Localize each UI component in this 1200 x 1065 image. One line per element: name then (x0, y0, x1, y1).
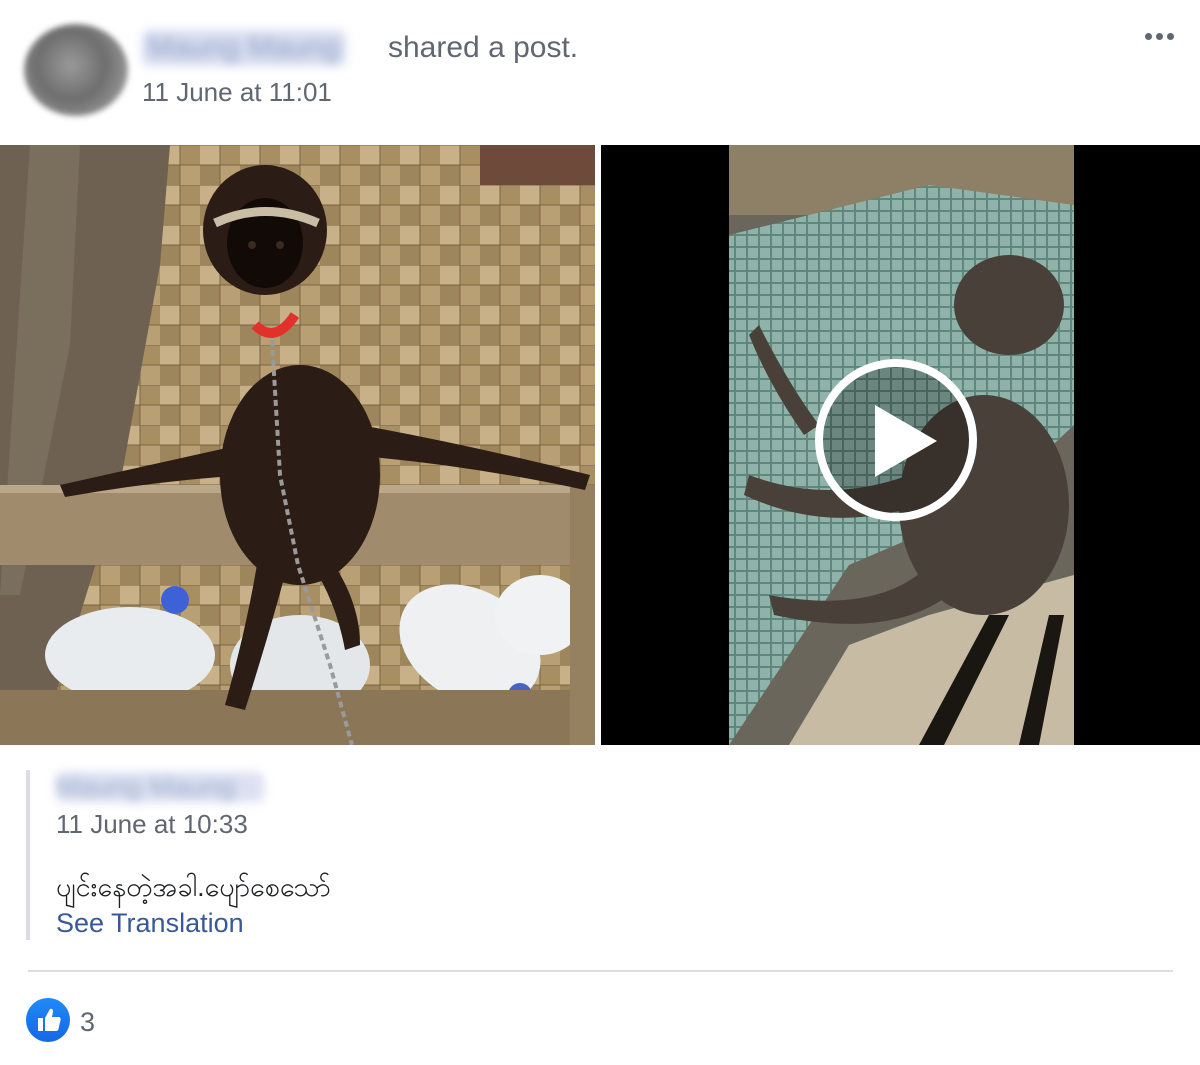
post-timestamp[interactable]: 11 June at 11:01 (142, 76, 332, 108)
shared-post-text: ပျင်းနေတဲ့အခါ.ပျော်စေသော် (56, 872, 331, 902)
like-count[interactable]: 3 (80, 1006, 95, 1038)
post-video[interactable] (601, 145, 1200, 745)
play-icon[interactable] (815, 359, 977, 521)
gibbon-photo-illustration (0, 145, 595, 745)
author-name[interactable]: Maung Maung (142, 30, 346, 66)
reactions-divider (28, 970, 1173, 972)
shared-post-author[interactable]: Maung Maung (56, 772, 264, 802)
feed-post: Maung Maung shared a post. 11 June at 11… (0, 0, 1200, 1065)
author-avatar[interactable] (24, 24, 128, 116)
post-photo[interactable] (0, 145, 595, 745)
see-translation-link[interactable]: See Translation (56, 906, 244, 940)
more-options-icon[interactable] (1134, 20, 1184, 52)
post-action-text: shared a post. (388, 31, 579, 64)
shared-post-timestamp[interactable]: 11 June at 10:33 (56, 808, 248, 840)
like-icon[interactable] (26, 998, 70, 1042)
shared-post-quote-bar (26, 770, 30, 940)
